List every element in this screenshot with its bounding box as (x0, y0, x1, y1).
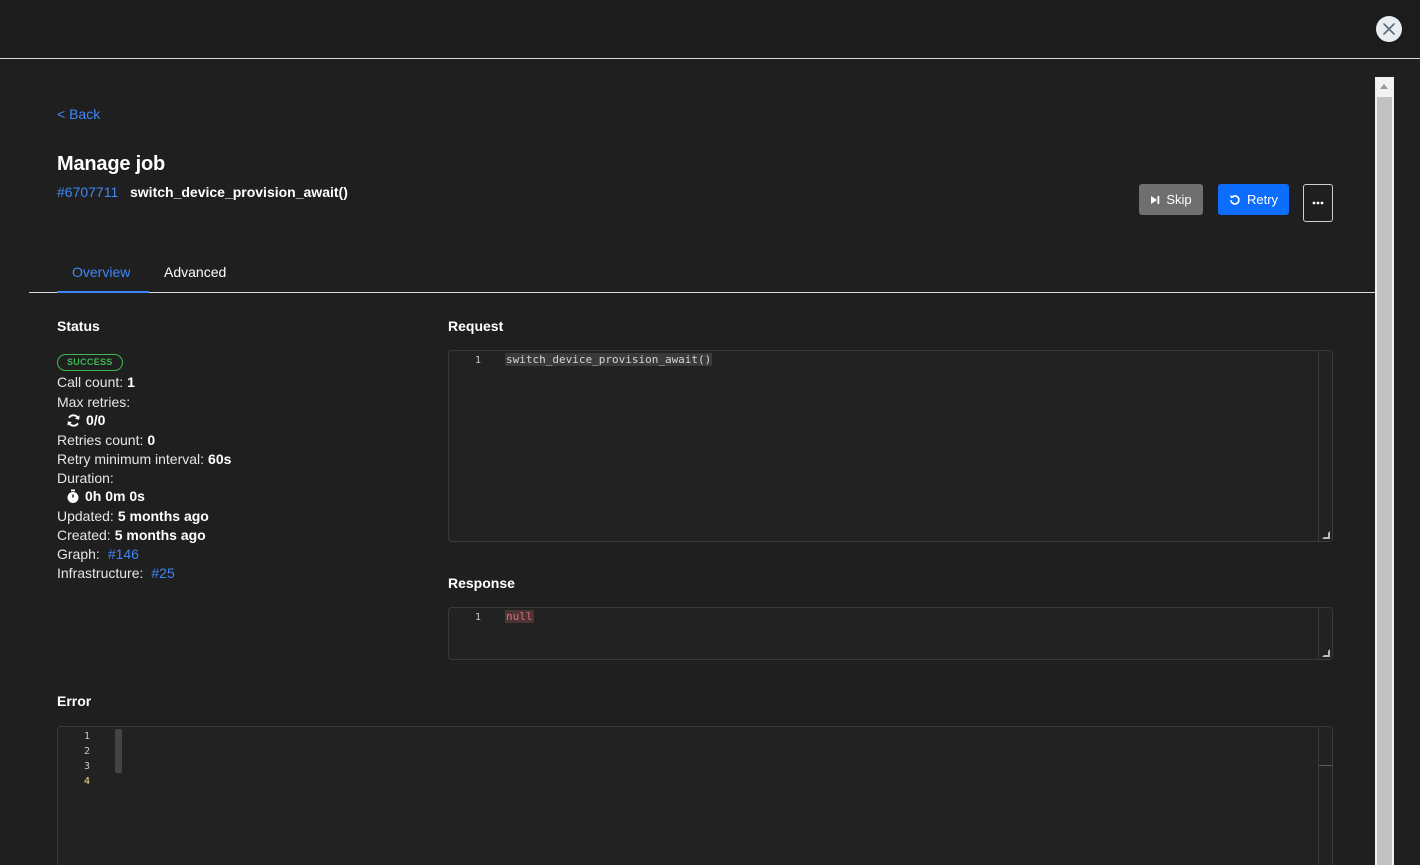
scroll-up-arrow-icon[interactable] (1380, 84, 1388, 89)
skip-button[interactable]: Skip (1139, 184, 1203, 215)
updated-label: Updated: (57, 508, 114, 524)
line-number: 3 (84, 761, 91, 772)
max-retries-row: Max retries: (57, 394, 130, 410)
retry-button[interactable]: Retry (1218, 184, 1289, 215)
retry-label: Retry (1246, 192, 1279, 207)
retries-count-row: Retries count: 0 (57, 432, 155, 448)
error-scrollbar[interactable] (1318, 727, 1332, 865)
line-number: 1 (475, 355, 482, 366)
infrastructure-label: Infrastructure: (57, 565, 144, 581)
response-title: Response (448, 575, 515, 591)
call-count-row: Call count: 1 (57, 374, 135, 390)
stopwatch-icon (67, 489, 79, 503)
max-retries-label: Max retries: (57, 394, 131, 410)
error-scrollbar-thumb[interactable] (1319, 765, 1332, 766)
graph-row: Graph: #146 (57, 546, 139, 562)
created-value: 5 months ago (114, 527, 206, 543)
call-count-label: Call count: (57, 374, 124, 390)
status-badge: SUCCESS (57, 354, 123, 371)
error-editor-gutter-marker (115, 729, 122, 773)
retry-interval-label: Retry minimum interval: (57, 451, 205, 467)
job-id-link[interactable]: #6707711 (57, 184, 118, 200)
max-retries-value: 0/0 (86, 412, 106, 428)
error-title: Error (57, 693, 92, 709)
tab-bar: Overview Advanced (29, 248, 1375, 293)
back-link[interactable]: < Back (57, 106, 100, 122)
skip-icon (1151, 195, 1160, 204)
page-title: Manage job (57, 153, 166, 175)
page-scrollbar-thumb[interactable] (1377, 97, 1392, 865)
close-icon (1383, 23, 1395, 35)
created-row: Created: 5 months ago (57, 527, 206, 543)
sync-icon (67, 413, 80, 427)
status-title: Status (57, 318, 100, 334)
close-button[interactable] (1376, 16, 1402, 42)
duration-row: Duration: (57, 470, 114, 486)
updated-row: Updated: 5 months ago (57, 508, 209, 524)
call-count-value: 1 (127, 374, 135, 390)
graph-link[interactable]: #146 (108, 546, 139, 562)
job-function-name: switch_device_provision_await() (130, 184, 348, 200)
response-code: null (505, 610, 534, 623)
duration-label: Duration: (57, 470, 114, 486)
graph-label: Graph: (57, 546, 100, 562)
line-number: 1 (475, 612, 482, 623)
request-editor[interactable]: 1 switch_device_provision_await() (448, 350, 1333, 542)
more-options-button[interactable] (1303, 184, 1333, 222)
page-scrollbar[interactable] (1375, 77, 1394, 865)
retry-icon (1230, 194, 1240, 205)
line-number-active: 4 (84, 776, 91, 787)
tab-overview[interactable]: Overview (57, 264, 149, 293)
infrastructure-link[interactable]: #25 (151, 565, 174, 581)
retry-interval-value: 60s (208, 451, 232, 467)
error-editor[interactable]: 1 2 3 4 (57, 726, 1333, 865)
duration-value-row: 0h 0m 0s (66, 488, 145, 504)
modal-top-bar (0, 0, 1420, 59)
tab-advanced[interactable]: Advanced (164, 264, 226, 280)
skip-label: Skip (1166, 192, 1192, 207)
more-icon (1312, 201, 1324, 205)
request-title: Request (448, 318, 504, 334)
request-code: switch_device_provision_await() (505, 353, 713, 366)
retries-count-value: 0 (147, 432, 156, 448)
duration-value: 0h 0m 0s (85, 488, 145, 504)
created-label: Created: (57, 527, 111, 543)
max-retries-value-row: 0/0 (66, 412, 105, 428)
retry-interval-row: Retry minimum interval: 60s (57, 451, 231, 467)
job-detail-panel: < Back Manage job #6707711 switch_device… (0, 60, 1375, 865)
request-scrollbar[interactable] (1318, 351, 1332, 541)
infrastructure-row: Infrastructure: #25 (57, 565, 175, 581)
retries-count-label: Retries count: (57, 432, 144, 448)
response-editor[interactable]: 1 null (448, 607, 1333, 660)
line-number: 2 (84, 746, 91, 757)
line-number: 1 (84, 731, 91, 742)
updated-value: 5 months ago (117, 508, 209, 524)
